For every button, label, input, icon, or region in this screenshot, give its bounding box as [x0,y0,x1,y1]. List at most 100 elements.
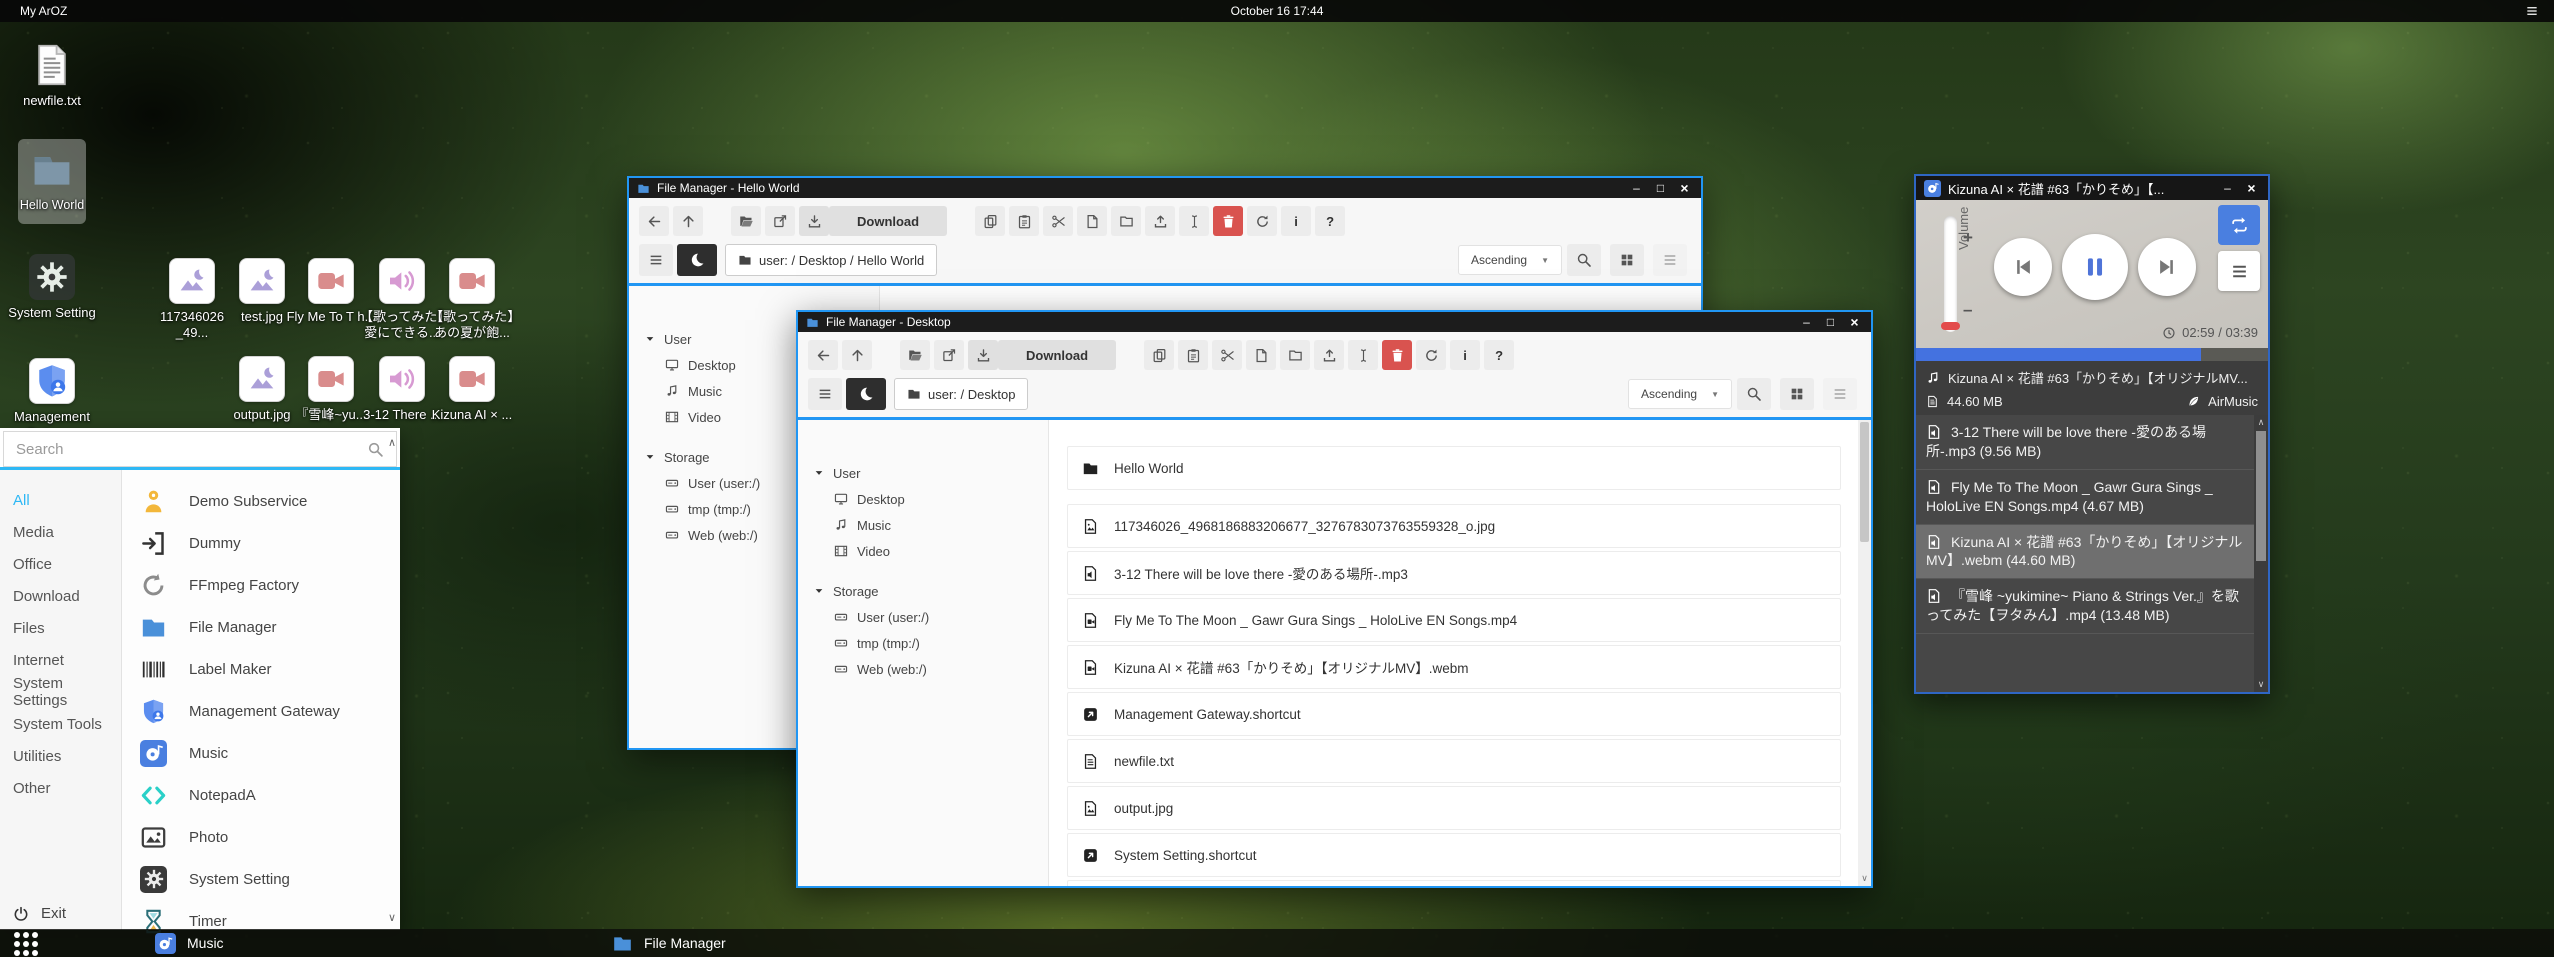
close-button[interactable]: × [1846,314,1863,330]
desktop-icon-newfile[interactable]: newfile.txt [7,42,97,109]
refresh-button[interactable] [1247,206,1277,236]
maximize-button[interactable]: □ [1652,181,1669,195]
sidebar-item-user-drive[interactable]: User (user:/) [798,604,1048,630]
download-button[interactable]: Download [829,206,947,236]
category-utilities[interactable]: Utilities [0,740,121,772]
scroll-up-icon[interactable]: ∧ [388,436,396,449]
category-media[interactable]: Media [0,516,121,548]
new-file-button[interactable] [1246,340,1276,370]
taskbar-item-file-manager[interactable]: File Manager [612,929,726,957]
search-button[interactable] [1737,378,1771,410]
category-download[interactable]: Download [0,580,121,612]
desktop-icon-utattemita-natsu[interactable]: 【歌ってみた】あの夏が飽... [427,258,517,342]
sort-order-select[interactable]: Ascending ▼ [1628,379,1732,409]
titlebar[interactable]: File Manager - Hello World – □ × [629,178,1701,198]
up-button[interactable] [673,206,703,236]
sidebar-toggle-button[interactable] [639,244,673,276]
app-photo[interactable]: Photo [122,816,400,858]
exit-button[interactable]: Exit [0,905,66,922]
sidebar-toggle-button[interactable] [808,378,842,410]
app-label-maker[interactable]: Label Maker [122,648,400,690]
search-input[interactable] [16,441,367,458]
rename-button[interactable] [1179,206,1209,236]
airmusic-label[interactable]: AirMusic [2208,394,2258,409]
Fly Me To The Moon _ Gawr Gura Sings _ HoloLive EN Songs.mp4[interactable]: Fly Me To The Moon _ Gawr Gura Sings _ H… [1067,598,1841,642]
desktop-icon-kizuna[interactable]: Kizuna AI × ... [427,356,517,423]
sidebar-group-storage[interactable]: Storage [798,578,1048,604]
list-view-button[interactable] [1653,244,1687,276]
grid-view-button[interactable] [1610,244,1644,276]
open-new-window-button[interactable] [934,340,964,370]
volume-down-label[interactable]: – [1963,300,1972,320]
cut-button[interactable] [1212,340,1242,370]
sidebar-item-desktop[interactable]: Desktop [798,486,1048,512]
delete-button[interactable] [1213,206,1243,236]
progress-bar[interactable] [1916,348,2268,361]
minimize-button[interactable]: – [1628,181,1645,195]
hamburger-menu-icon[interactable] [2524,4,2540,18]
download-icon-button[interactable] [968,340,998,370]
rename-button[interactable] [1348,340,1378,370]
upload-button[interactable] [1145,206,1175,236]
scroll-down-icon[interactable]: ∨ [2254,679,2268,690]
Hello World[interactable]: Hello World [1067,446,1841,490]
properties-button[interactable]: i [1450,340,1480,370]
category-other[interactable]: Other [0,772,121,804]
dark-mode-button[interactable] [846,378,886,410]
pause-button[interactable] [2062,234,2128,300]
sidebar-group-user[interactable]: User [798,460,1048,486]
close-button[interactable]: × [1676,180,1693,196]
titlebar[interactable]: File Manager - Desktop – □ × [798,312,1871,332]
volume-thumb[interactable] [1941,322,1960,330]
category-all[interactable]: All [0,484,121,516]
repeat-button[interactable] [2218,205,2260,245]
117346026_4968186883206677_3276783073763559328_o.jpg[interactable]: 117346026_4968186883206677_3276783073763… [1067,504,1841,548]
queue-button[interactable] [2218,251,2260,291]
back-button[interactable] [639,206,669,236]
open-new-window-button[interactable] [765,206,795,236]
minimize-button[interactable]: – [2219,181,2236,195]
minimize-button[interactable]: – [1798,315,1815,329]
scrollbar-handle[interactable] [2256,431,2266,561]
copy-button[interactable] [975,206,1005,236]
app-management-gateway[interactable]: Management Gateway [122,690,400,732]
properties-button[interactable]: i [1281,206,1311,236]
new-file-button[interactable] [1077,206,1107,236]
scroll-down-icon[interactable]: ∨ [388,911,396,924]
3-12 There will be love there -愛のある場所-.mp3 (9.56 MB)[interactable]: 3-12 There will be love there -愛のある場所-.m… [1916,415,2254,470]
new-folder-button[interactable] [1111,206,1141,236]
sidebar-item-music[interactable]: Music [798,512,1048,538]
app-dummy[interactable]: Dummy [122,522,400,564]
breadcrumb[interactable]: user: / Desktop [894,378,1028,410]
up-button[interactable] [842,340,872,370]
System Setting.shortcut[interactable]: System Setting.shortcut [1067,833,1841,877]
3-12 There will be love there -愛のある場所-.mp3[interactable]: 3-12 There will be love there -愛のある場所-.m… [1067,551,1841,595]
paste-button[interactable] [1009,206,1039,236]
breadcrumb[interactable]: user: / Desktop / Hello World [725,244,937,276]
grid-view-button[interactable] [1780,378,1814,410]
scroll-down-icon[interactable]: ∨ [1858,873,1871,884]
system-menu-title[interactable]: My ArOZ [20,4,67,18]
sidebar-item-web-drive[interactable]: Web (web:/) [798,656,1048,682]
playlist-scrollbar[interactable]: ∧ ∨ [2254,415,2268,692]
download-icon-button[interactable] [799,206,829,236]
copy-button[interactable] [1144,340,1174,370]
Kizuna AI × 花譜 #63「かりそめ」【オリジナルMV】.webm[interactable]: Kizuna AI × 花譜 #63「かりそめ」【オリジナルMV】.webm [1067,645,1841,689]
previous-track-button[interactable] [1994,238,2052,296]
dark-mode-button[interactable] [677,244,717,276]
app-system-setting[interactable]: System Setting [122,858,400,900]
category-system-settings[interactable]: System Settings [0,676,121,708]
cut-button[interactable] [1043,206,1073,236]
category-internet[interactable]: Internet [0,644,121,676]
desktop-icon-system-setting[interactable]: System Setting [7,254,97,321]
scrollbar[interactable]: ∨ [1858,420,1871,886]
refresh-button[interactable] [1416,340,1446,370]
app-music[interactable]: Music [122,732,400,774]
sort-order-select[interactable]: Ascending ▼ [1458,245,1562,275]
Management Gateway.shortcut[interactable]: Management Gateway.shortcut [1067,692,1841,736]
upload-button[interactable] [1314,340,1344,370]
app-demo-subservice[interactable]: Demo Subservice [122,480,400,522]
Fly Me To The Moon _ Gawr Gura Sings _ HoloLive EN Songs.mp4 (4.67 MB)[interactable]: Fly Me To The Moon _ Gawr Gura Sings _ H… [1916,470,2254,525]
titlebar[interactable]: Kizuna AI × 花譜 #63「かりそめ」【... – × [1916,176,2268,200]
open-button[interactable] [731,206,761,236]
